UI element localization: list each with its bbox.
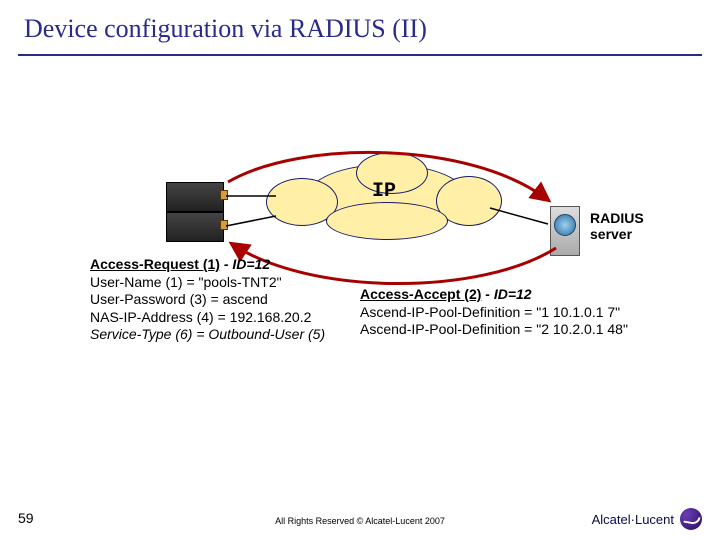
accept-line: Ascend-IP-Pool-Definition = "1 10.1.0.1 … bbox=[360, 304, 628, 322]
cloud-label: IP bbox=[372, 180, 396, 203]
request-line: User-Password (3) = ascend bbox=[90, 291, 325, 309]
request-line: User-Name (1) = "pools-TNT2" bbox=[90, 274, 325, 292]
access-request-block: Access-Request (1) - ID=12 User-Name (1)… bbox=[90, 256, 325, 344]
slide: Device configuration via RADIUS (II) IP … bbox=[0, 0, 720, 540]
radius-server-label: RADIUSserver bbox=[590, 210, 644, 242]
request-line: Service-Type (6) = Outbound-User (5) bbox=[90, 326, 325, 344]
title-underline bbox=[18, 54, 702, 56]
brand-logo: Alcatel·Lucent bbox=[592, 508, 702, 530]
nas-device-icon bbox=[166, 182, 226, 246]
brand-text: Alcatel·Lucent bbox=[592, 512, 674, 527]
access-request-header: Access-Request (1) - ID=12 bbox=[90, 256, 325, 274]
access-accept-block: Access-Accept (2) - ID=12 Ascend-IP-Pool… bbox=[360, 286, 628, 339]
radius-server-icon bbox=[540, 200, 588, 260]
slide-title: Device configuration via RADIUS (II) bbox=[24, 14, 427, 44]
request-line: NAS-IP-Address (4) = 192.168.20.2 bbox=[90, 309, 325, 327]
brand-mark-icon bbox=[680, 508, 702, 530]
accept-line: Ascend-IP-Pool-Definition = "2 10.2.0.1 … bbox=[360, 321, 628, 339]
access-accept-header: Access-Accept (2) - ID=12 bbox=[360, 286, 628, 304]
